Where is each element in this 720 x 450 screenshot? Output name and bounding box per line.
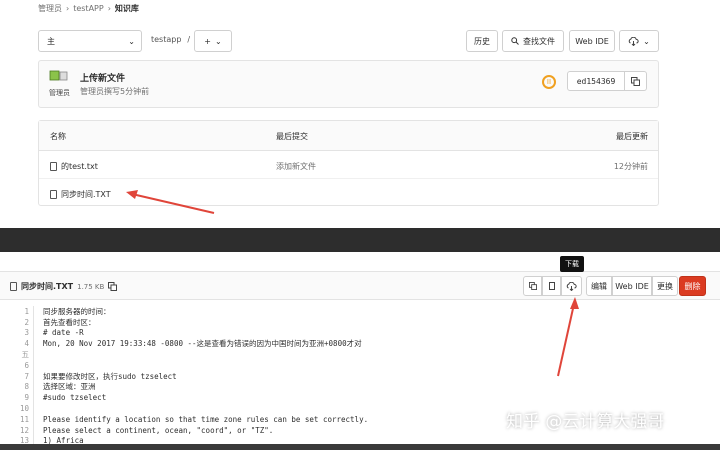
line-number[interactable]: 11 — [0, 415, 33, 424]
file-icon — [50, 190, 57, 199]
web-ide-button[interactable]: Web IDE — [612, 276, 652, 296]
document-icon — [548, 282, 555, 290]
code-line: 8 选择区域：亚洲 — [0, 381, 720, 393]
download-dropdown-button[interactable]: ⌄ — [619, 30, 659, 52]
avatar-alt-text: 管理员 — [49, 89, 70, 97]
chevron-down-icon: ⌄ — [215, 36, 222, 46]
path-separator: / — [187, 35, 191, 44]
file-table-header: 名称 最后提交 最后更新 — [39, 121, 658, 151]
viewer-filesize: 1.75 KB — [77, 282, 105, 291]
code-line: 6 — [0, 359, 720, 371]
file-icon — [10, 282, 17, 291]
find-file-button[interactable]: 查找文件 — [502, 30, 564, 52]
code-line: 9 #sudo tzselect — [0, 392, 720, 404]
branch-label: 主 — [47, 36, 55, 46]
breadcrumb: 管理员 › testAPP › 知识库 — [38, 3, 139, 14]
copy-content-button[interactable] — [523, 276, 542, 296]
branch-select[interactable]: 主 ⌄ — [38, 30, 142, 52]
copy-icon — [631, 76, 640, 86]
watermark: 知乎 @云计算大强哥 — [506, 412, 665, 432]
avatar[interactable]: 管理员 — [49, 70, 71, 98]
cloud-download-icon — [566, 281, 577, 291]
breadcrumb-current: 知识库 — [114, 3, 139, 13]
line-number[interactable]: 4 — [0, 339, 33, 348]
code-text: 同步服务器的时间： — [43, 306, 111, 316]
last-commit-panel: 管理员 上传新文件 管理员撰写5分钟前 II ed154369 — [38, 60, 659, 108]
code-line: 3 # date -R — [0, 327, 720, 339]
code-line: 1 同步服务器的时间： — [0, 306, 720, 317]
raw-file-button[interactable] — [542, 276, 561, 296]
table-row[interactable]: 的test.txt 添加新文件 12分钟前 — [39, 151, 658, 179]
commit-sha[interactable]: ed154369 — [567, 71, 625, 91]
cloud-download-icon — [628, 36, 639, 46]
commit-meta: 管理员撰写5分钟前 — [80, 87, 150, 96]
code-line: 4 Mon, 20 Nov 2017 19:33:48 -0800 --这是查看为… — [0, 338, 720, 350]
file-commit-message[interactable]: 添加新文件 — [276, 161, 316, 172]
header-last-commit: 最后提交 — [276, 132, 308, 141]
broken-image-icon — [49, 70, 68, 81]
code-text: #sudo tzselect — [43, 393, 107, 403]
code-text: 首先查看时区： — [43, 317, 96, 327]
breadcrumb-admin[interactable]: 管理员 — [38, 3, 62, 14]
pipeline-status-icon[interactable]: II — [542, 75, 556, 89]
chevron-down-icon: ⌄ — [643, 36, 650, 46]
line-number[interactable]: 7 — [0, 372, 33, 381]
header-bar — [0, 228, 720, 252]
line-number[interactable]: 3 — [0, 328, 33, 337]
header-name: 名称 — [50, 132, 66, 141]
path-root[interactable]: testapp — [151, 35, 181, 44]
file-updated-time: 12分钟前 — [613, 162, 648, 171]
annotation-arrow — [557, 297, 579, 377]
edit-button[interactable]: 编辑 — [586, 276, 612, 296]
line-number[interactable]: 2 — [0, 318, 33, 327]
annotation-arrow — [126, 190, 215, 214]
code-text: Mon, 20 Nov 2017 19:33:48 -0800 --这是查看为错… — [43, 339, 362, 349]
code-text: 选择区域：亚洲 — [43, 382, 96, 392]
line-number[interactable]: 6 — [0, 361, 33, 370]
copy-icon — [528, 282, 537, 290]
bottom-bar — [0, 444, 720, 450]
code-text: Please select a continent, ocean, "coord… — [43, 425, 274, 435]
web-ide-button[interactable]: Web IDE — [569, 30, 615, 52]
header-last-update: 最后更新 — [616, 132, 648, 141]
copy-sha-button[interactable] — [625, 71, 647, 91]
path-breadcrumb: testapp / — [151, 35, 190, 44]
download-button[interactable] — [561, 276, 582, 296]
line-number[interactable]: 10 — [0, 404, 33, 413]
download-tooltip: 下载 — [560, 256, 584, 272]
file-viewer-header: 同步时间.TXT 1.75 KB 编辑 Web IDE 更换 删除 — [0, 272, 720, 300]
file-name-link[interactable]: 同步时间.TXT — [61, 189, 111, 200]
add-dropdown-button[interactable]: + ⌄ — [194, 30, 232, 52]
line-number[interactable]: 1 — [0, 307, 33, 316]
file-name-link[interactable]: 的test.txt — [61, 161, 98, 172]
chevron-down-icon: ⌄ — [128, 36, 135, 46]
code-line: 2 首先查看时区： — [0, 316, 720, 328]
code-text: Please identify a location so that time … — [43, 414, 369, 424]
code-text: # date -R — [43, 328, 84, 338]
find-file-label: 查找文件 — [523, 36, 555, 46]
search-icon — [511, 37, 519, 45]
file-icon — [50, 162, 57, 171]
plus-icon: + — [204, 36, 211, 46]
replace-button[interactable]: 更换 — [652, 276, 678, 296]
repo-toolbar: 主 ⌄ testapp / + ⌄ 历史 查找文件 Web IDE ⌄ — [38, 30, 659, 52]
copy-path-icon[interactable] — [108, 282, 118, 291]
delete-button[interactable]: 删除 — [679, 276, 706, 296]
viewer-filename: 同步时间.TXT — [21, 282, 74, 291]
code-text: 如果要修改时区，执行sudo tzselect — [43, 371, 177, 381]
code-line: 五 — [0, 349, 720, 360]
line-number[interactable]: 五 — [0, 349, 33, 360]
history-button[interactable]: 历史 — [466, 30, 498, 52]
line-number[interactable]: 12 — [0, 426, 33, 435]
line-number[interactable]: 9 — [0, 393, 33, 402]
breadcrumb-project[interactable]: testAPP — [73, 4, 103, 13]
commit-title[interactable]: 上传新文件 — [80, 71, 125, 84]
line-number[interactable]: 8 — [0, 382, 33, 391]
code-line: 7 如果要修改时区，执行sudo tzselect — [0, 370, 720, 382]
